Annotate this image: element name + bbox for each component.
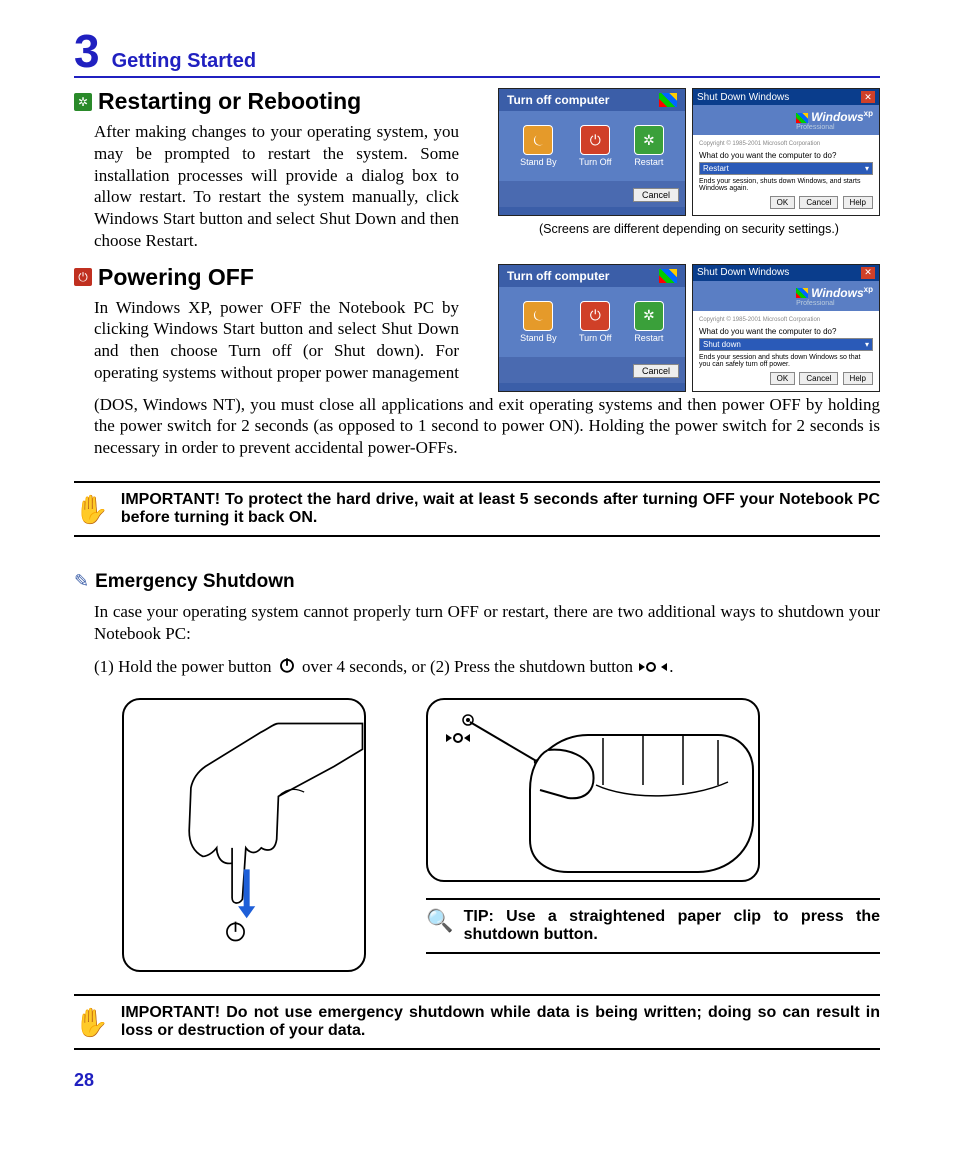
windows-flag-icon xyxy=(659,93,677,107)
power-icon: ⏻ xyxy=(74,268,92,286)
xp-turnoff-dialog: Turn off computer ⏾Stand By ⏻Turn Off ✲R… xyxy=(498,264,686,392)
close-icon: ✕ xyxy=(861,91,875,103)
xp-turnoff-dialog: Turn off computer ⏾Stand By ⏻Turn Off ✲R… xyxy=(498,88,686,216)
important-note-2: ✋ IMPORTANT! Do not use emergency shutdo… xyxy=(74,994,880,1050)
chapter-title: Getting Started xyxy=(112,50,256,73)
body-powering-narrow: In Windows XP, power OFF the Notebook PC… xyxy=(74,297,459,384)
heading-emergency: ✎ Emergency Shutdown xyxy=(74,571,880,593)
tip-icon: 🔍 xyxy=(426,908,453,934)
heading-powering-off: ⏻ Powering OFF xyxy=(74,264,482,291)
chapter-header: 3 Getting Started xyxy=(74,28,880,78)
cancel-button: Cancel xyxy=(799,196,838,209)
heading-restarting: ✲ Restarting or Rebooting xyxy=(74,88,482,115)
page-number: 28 xyxy=(74,1070,880,1091)
cancel-button: Cancel xyxy=(633,188,679,202)
illustrations-row: 🔍 TIP: Use a straightened paper clip to … xyxy=(74,698,880,972)
restart-icon: ✲ xyxy=(74,93,92,111)
turnoff-icon: ⏻ xyxy=(580,125,610,155)
document-page: 3 Getting Started ✲ Restarting or Reboot… xyxy=(0,0,954,1155)
hand-icon: ✋ xyxy=(74,1004,109,1039)
body-powering-full: (DOS, Windows NT), you must close all ap… xyxy=(74,394,880,459)
restart-button-icon: ✲ xyxy=(634,125,664,155)
body-emergency: In case your operating system cannot pro… xyxy=(74,601,880,645)
section-restarting: ✲ Restarting or Rebooting After making c… xyxy=(74,88,880,252)
windows-flag-icon xyxy=(796,288,808,298)
ok-button: OK xyxy=(770,372,796,385)
help-button: Help xyxy=(843,372,873,385)
cancel-button: Cancel xyxy=(799,372,838,385)
shutdown-select: Shut down▾ xyxy=(699,338,873,351)
xp-shutdown-dialog-shutdown: Shut Down Windows✕ WindowsxpProfessional… xyxy=(692,264,880,392)
screenshots-caption: (Screens are different depending on secu… xyxy=(498,222,880,236)
emergency-steps: (1) Hold the power button over 4 seconds… xyxy=(74,656,880,680)
restart-select: Restart▾ xyxy=(699,162,873,175)
pen-icon: ✎ xyxy=(74,571,89,592)
tip-box: 🔍 TIP: Use a straightened paper clip to … xyxy=(426,898,880,954)
close-icon: ✕ xyxy=(861,267,875,279)
shutdown-button-icon xyxy=(639,657,667,679)
help-button: Help xyxy=(843,196,873,209)
ok-button: OK xyxy=(770,196,796,209)
restart-button-icon: ✲ xyxy=(634,301,664,331)
body-restarting: After making changes to your operating s… xyxy=(74,121,459,252)
turnoff-icon: ⏻ xyxy=(580,301,610,331)
cancel-button: Cancel xyxy=(633,364,679,378)
paperclip-illustration xyxy=(426,698,760,882)
important-note-1: ✋ IMPORTANT! To protect the hard drive, … xyxy=(74,481,880,537)
xp-shutdown-dialog-restart: Shut Down Windows✕ WindowsxpProfessional… xyxy=(692,88,880,216)
hand-icon: ✋ xyxy=(74,491,109,526)
standby-icon: ⏾ xyxy=(523,301,553,331)
power-icon xyxy=(278,656,296,680)
section-powering-off: ⏻ Powering OFF In Windows XP, power OFF … xyxy=(74,264,880,392)
dialogs-restarting: Turn off computer ⏾Stand By ⏻Turn Off ✲R… xyxy=(498,88,880,236)
dialogs-powering-off: Turn off computer ⏾Stand By ⏻Turn Off ✲R… xyxy=(498,264,880,392)
windows-flag-icon xyxy=(796,113,808,123)
windows-flag-icon xyxy=(659,269,677,283)
standby-icon: ⏾ xyxy=(523,125,553,155)
hold-power-illustration xyxy=(122,698,366,972)
chapter-number: 3 xyxy=(74,28,100,74)
